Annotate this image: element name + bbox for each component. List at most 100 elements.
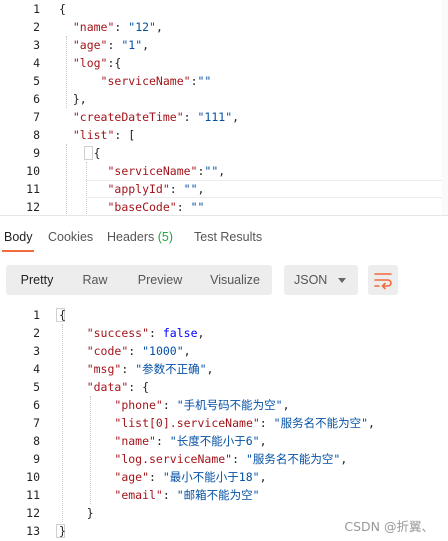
code-token: : — [232, 452, 246, 466]
code-token: "参数不正确" — [135, 362, 207, 376]
tab-headers[interactable]: Headers (5) — [107, 230, 173, 244]
code-text: { — [59, 144, 101, 162]
line-number: 6 — [33, 398, 40, 412]
code-token: : — [114, 20, 129, 34]
code-text: "list": [ — [59, 126, 135, 144]
code-token: }, — [59, 92, 87, 106]
code-text: "log.serviceName": "服务名不能为空", — [59, 450, 347, 468]
view-pretty-button[interactable]: Pretty — [12, 265, 62, 295]
code-token: : — [121, 362, 136, 376]
line-number: 2 — [33, 326, 40, 340]
code-token: "服务名不能为空" — [273, 416, 369, 430]
headers-count-badge: (5) — [157, 230, 174, 244]
code-line: 8 "name": "长度不能小于6", — [0, 432, 448, 450]
code-token: "name" — [114, 434, 156, 448]
line-number: 12 — [26, 506, 40, 520]
code-token: "age" — [114, 470, 150, 484]
code-line: 9 "log.serviceName": "服务名不能为空", — [0, 450, 448, 468]
code-text: { — [59, 0, 66, 18]
code-text: "applyId": "", — [59, 180, 204, 198]
view-preview-button[interactable]: Preview — [130, 265, 190, 295]
code-token: , — [232, 110, 240, 124]
code-text: "serviceName":"" — [59, 72, 212, 90]
editor-scrollbar[interactable] — [442, 0, 448, 215]
line-number: 2 — [33, 20, 40, 34]
tab-cookies[interactable]: Cookies — [48, 230, 93, 244]
code-line: 9 { — [0, 144, 448, 162]
code-line: 7 "createDateTime": "111", — [0, 108, 448, 126]
code-token: "createDateTime" — [72, 110, 184, 124]
code-text: { — [59, 306, 66, 324]
code-token: : — [259, 416, 274, 430]
tab-body[interactable]: Body — [4, 230, 33, 244]
code-text: "name": "长度不能小于6", — [59, 432, 266, 450]
code-token: "log" — [72, 56, 108, 70]
code-token: , — [368, 416, 375, 430]
code-token: "msg" — [86, 362, 122, 376]
code-line: 11 "applyId": "", — [0, 180, 448, 198]
format-select[interactable]: JSON — [284, 265, 358, 295]
tab-test-results[interactable]: Test Results — [194, 230, 262, 244]
line-number: 5 — [33, 74, 40, 88]
code-token: { — [59, 308, 66, 322]
code-token: : — [149, 470, 163, 484]
code-token: "serviceName" — [107, 164, 198, 178]
line-number: 8 — [33, 128, 40, 142]
code-text: "list[0].serviceName": "服务名不能为空", — [59, 414, 375, 432]
code-token: "age" — [72, 38, 108, 52]
active-tab-indicator — [2, 250, 34, 252]
code-token: : — [128, 344, 143, 358]
response-body-viewer[interactable]: 1{2 "success": false, 3 "code": "1000", 4 … — [0, 306, 448, 541]
code-token: : — [162, 398, 177, 412]
code-text: "data": { — [59, 378, 149, 396]
code-token: : — [190, 74, 198, 88]
code-token: "长度不能小于6" — [169, 434, 260, 448]
line-number: 10 — [26, 470, 40, 484]
code-line: 6 "phone": "手机号码不能为空", — [0, 396, 448, 414]
line-number: 3 — [33, 38, 40, 52]
line-number: 4 — [33, 362, 40, 376]
wrap-lines-button[interactable] — [368, 265, 398, 295]
line-number: 7 — [33, 416, 40, 430]
code-line: 3 "age": "1", — [0, 36, 448, 54]
code-line: 11 "email": "邮箱不能为空" — [0, 486, 448, 504]
code-line: 10 "serviceName":"", — [0, 162, 448, 180]
line-number: 13 — [26, 524, 40, 538]
view-visualize-button[interactable]: Visualize — [204, 265, 266, 295]
code-token: "success" — [86, 326, 150, 340]
line-number: 1 — [33, 2, 40, 16]
line-number: 1 — [33, 308, 40, 322]
line-number: 8 — [33, 434, 40, 448]
code-token: "name" — [72, 20, 115, 34]
code-token: "serviceName" — [100, 74, 191, 88]
code-token: , — [218, 164, 226, 178]
request-body-editor[interactable]: 1{2 "name": "12", 3 "age": "1", 4 "log":{5… — [0, 0, 448, 216]
code-token: : — [162, 488, 177, 502]
code-text: "serviceName":"", — [59, 162, 225, 180]
code-token: , — [259, 470, 267, 484]
wrap-lines-icon — [374, 273, 392, 290]
view-raw-button[interactable]: Raw — [74, 265, 116, 295]
line-number: 10 — [26, 164, 40, 178]
code-line: 1{ — [0, 0, 448, 18]
code-token: "log.serviceName" — [114, 452, 233, 466]
line-number: 12 — [26, 200, 40, 214]
chevron-down-icon — [338, 278, 346, 283]
line-number: 11 — [26, 182, 40, 196]
tab-headers-label: Headers — [107, 230, 155, 244]
code-token: , — [206, 362, 214, 376]
code-token: "" — [190, 200, 205, 214]
code-token: "data" — [86, 380, 129, 394]
code-text: "createDateTime": "111", — [59, 108, 239, 126]
